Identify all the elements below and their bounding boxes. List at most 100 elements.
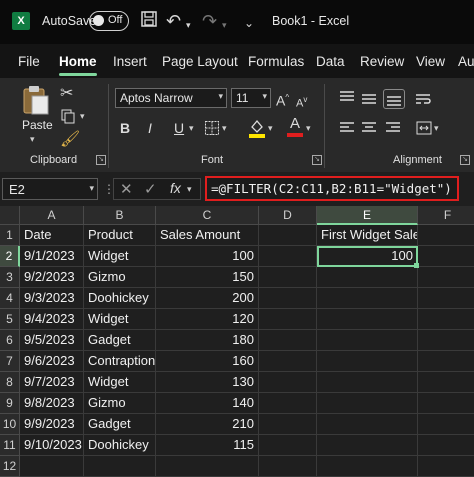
cell-a2[interactable]: 9/1/2023 <box>20 246 84 267</box>
cell-b4[interactable]: Doohickey <box>84 288 156 309</box>
cell-d1[interactable] <box>259 225 317 246</box>
align-middle-icon[interactable] <box>362 92 376 111</box>
cell-d2[interactable] <box>259 246 317 267</box>
bold-button[interactable]: B <box>120 118 130 138</box>
cell-f2[interactable] <box>418 246 474 267</box>
cell-f12[interactable] <box>418 456 474 477</box>
cell-a6[interactable]: 9/5/2023 <box>20 330 84 351</box>
tab-view[interactable]: View <box>416 54 445 69</box>
tab-data[interactable]: Data <box>316 54 345 69</box>
cell-f3[interactable] <box>418 267 474 288</box>
tab-automate[interactable]: Au <box>458 54 474 69</box>
cell-e4[interactable] <box>317 288 418 309</box>
cell-b1[interactable]: Product <box>84 225 156 246</box>
cell-c1[interactable]: Sales Amount <box>156 225 259 246</box>
cell-b8[interactable]: Widget <box>84 372 156 393</box>
clipboard-launcher-icon[interactable]: ↘ <box>96 155 106 165</box>
cell-d12[interactable] <box>259 456 317 477</box>
cell-f11[interactable] <box>418 435 474 456</box>
cell-c2[interactable]: 100 <box>156 246 259 267</box>
cell-a10[interactable]: 9/9/2023 <box>20 414 84 435</box>
tab-file[interactable]: File <box>18 54 40 69</box>
cell-c9[interactable]: 140 <box>156 393 259 414</box>
row-header-12[interactable]: 12 <box>0 456 20 477</box>
cell-c7[interactable]: 160 <box>156 351 259 372</box>
column-header-f[interactable]: F <box>418 206 474 225</box>
cell-d8[interactable] <box>259 372 317 393</box>
merge-dropdown-icon[interactable]: ▾ <box>434 123 439 134</box>
insert-function-button[interactable]: fx <box>170 180 181 196</box>
align-right-icon[interactable] <box>386 121 400 140</box>
cell-c5[interactable]: 120 <box>156 309 259 330</box>
cell-e8[interactable] <box>317 372 418 393</box>
row-header-2[interactable]: 2 <box>0 246 20 267</box>
row-header-9[interactable]: 9 <box>0 393 20 414</box>
fill-color-icon[interactable] <box>248 118 266 143</box>
cell-d10[interactable] <box>259 414 317 435</box>
cell-d3[interactable] <box>259 267 317 288</box>
paste-icon[interactable] <box>22 84 50 121</box>
cell-b7[interactable]: Contraption <box>84 351 156 372</box>
cell-e5[interactable] <box>317 309 418 330</box>
undo-icon[interactable]: ↶ <box>166 10 181 32</box>
cell-e11[interactable] <box>317 435 418 456</box>
cell-f8[interactable] <box>418 372 474 393</box>
cell-e9[interactable] <box>317 393 418 414</box>
redo-dropdown-icon[interactable]: ▾ <box>222 14 227 36</box>
font-name-select[interactable]: Aptos Narrow ▾ <box>115 88 227 108</box>
cell-d4[interactable] <box>259 288 317 309</box>
cell-e6[interactable] <box>317 330 418 351</box>
align-top-icon[interactable] <box>340 90 354 109</box>
italic-button[interactable]: I <box>148 118 152 138</box>
cell-a7[interactable]: 9/6/2023 <box>20 351 84 372</box>
font-size-select[interactable]: 11 ▾ <box>231 88 271 108</box>
cell-d11[interactable] <box>259 435 317 456</box>
formula-expand-icon[interactable]: ▾ <box>187 184 192 195</box>
cell-d7[interactable] <box>259 351 317 372</box>
cell-b9[interactable]: Gizmo <box>84 393 156 414</box>
underline-button[interactable]: U <box>174 118 184 138</box>
fill-color-dropdown-icon[interactable]: ▾ <box>268 123 273 134</box>
formula-input[interactable]: =@FILTER(C2:C11,B2:B11="Widget") <box>205 176 459 201</box>
cell-b3[interactable]: Gizmo <box>84 267 156 288</box>
enter-icon[interactable]: ✓ <box>144 180 157 198</box>
cell-b5[interactable]: Widget <box>84 309 156 330</box>
align-left-icon[interactable] <box>340 121 354 140</box>
format-painter-icon[interactable]: 🖌 <box>60 130 80 150</box>
tab-formulas[interactable]: Formulas <box>248 54 304 69</box>
cell-a8[interactable]: 9/7/2023 <box>20 372 84 393</box>
column-header-b[interactable]: B <box>84 206 156 225</box>
cell-c12[interactable] <box>156 456 259 477</box>
column-header-c[interactable]: C <box>156 206 259 225</box>
cell-c3[interactable]: 150 <box>156 267 259 288</box>
row-header-4[interactable]: 4 <box>0 288 20 309</box>
underline-dropdown-icon[interactable]: ▾ <box>189 123 194 134</box>
cancel-icon[interactable]: ✕ <box>120 180 133 198</box>
row-header-3[interactable]: 3 <box>0 267 20 288</box>
cell-f9[interactable] <box>418 393 474 414</box>
font-color-dropdown-icon[interactable]: ▾ <box>306 123 311 134</box>
cell-a9[interactable]: 9/8/2023 <box>20 393 84 414</box>
borders-icon[interactable] <box>204 120 220 141</box>
cell-b6[interactable]: Gadget <box>84 330 156 351</box>
row-header-11[interactable]: 11 <box>0 435 20 456</box>
cell-e12[interactable] <box>317 456 418 477</box>
tab-home[interactable]: Home <box>59 54 97 69</box>
cell-d5[interactable] <box>259 309 317 330</box>
cell-c8[interactable]: 130 <box>156 372 259 393</box>
cell-e3[interactable] <box>317 267 418 288</box>
cell-f10[interactable] <box>418 414 474 435</box>
fill-handle[interactable] <box>414 263 419 268</box>
cell-c11[interactable]: 115 <box>156 435 259 456</box>
row-header-7[interactable]: 7 <box>0 351 20 372</box>
undo-dropdown-icon[interactable]: ▾ <box>186 14 191 36</box>
row-header-6[interactable]: 6 <box>0 330 20 351</box>
row-header-5[interactable]: 5 <box>0 309 20 330</box>
save-icon[interactable] <box>140 10 158 33</box>
cell-c6[interactable]: 180 <box>156 330 259 351</box>
cell-c4[interactable]: 200 <box>156 288 259 309</box>
cell-f6[interactable] <box>418 330 474 351</box>
customize-toolbar-icon[interactable]: ⌄ <box>244 12 254 34</box>
autosave-toggle[interactable]: Off <box>89 11 129 31</box>
cell-a3[interactable]: 9/2/2023 <box>20 267 84 288</box>
